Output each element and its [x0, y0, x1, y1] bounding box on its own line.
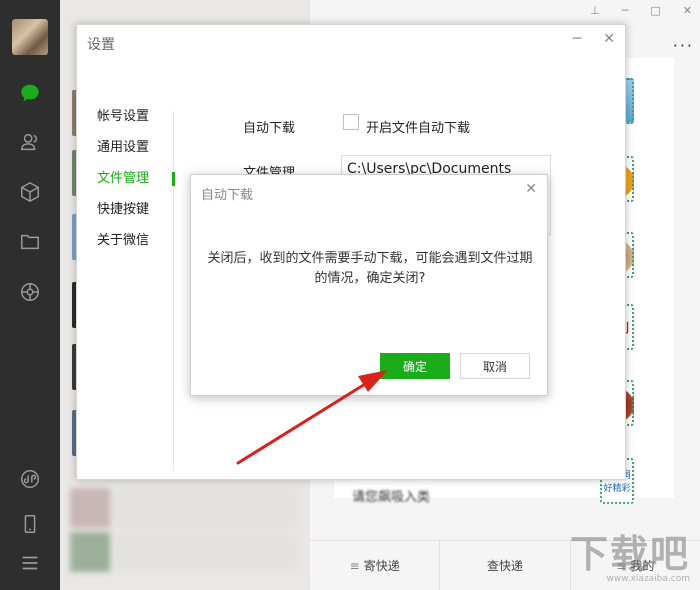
mini-program-icon[interactable]	[15, 464, 45, 494]
close-icon[interactable]: ✕	[525, 181, 537, 197]
folder-icon[interactable]	[15, 227, 45, 257]
cancel-button[interactable]: 取消	[460, 353, 530, 379]
auto-download-dialog: 自动下载 ✕ 关闭后，收到的文件需要手动下载，可能会遇到文件过期的情况，确定关闭…	[190, 174, 548, 396]
menu-item-send-express[interactable]: ≡ 寄快递	[310, 541, 441, 590]
auto-download-checkbox[interactable]	[343, 114, 359, 130]
main-navbar	[0, 0, 60, 590]
window-controls: ⊥ ─ □ ✕	[590, 4, 692, 17]
menu-icon[interactable]	[15, 548, 45, 578]
menu-item-track-express[interactable]: 查快递	[440, 541, 571, 590]
box-icon[interactable]	[15, 177, 45, 207]
maximize-icon[interactable]: □	[650, 4, 660, 17]
close-icon[interactable]: ✕	[683, 4, 692, 17]
chat-icon[interactable]	[15, 78, 45, 108]
auto-download-checkbox-label[interactable]: 开启文件自动下载	[366, 117, 470, 136]
minimize-icon[interactable]: ─	[622, 4, 629, 17]
moments-icon[interactable]	[15, 277, 45, 307]
sidebar-item-account[interactable]: 帐号设置	[97, 109, 149, 140]
dialog-title: 自动下载	[201, 188, 254, 203]
avatar[interactable]	[12, 19, 48, 55]
minimize-icon[interactable]: ─	[573, 31, 581, 47]
dialog-message: 关闭后，收到的文件需要手动下载，可能会遇到文件过期的情况，确定关闭?	[207, 251, 533, 286]
confirm-button[interactable]: 确定	[380, 353, 450, 379]
more-icon[interactable]: ···	[673, 36, 694, 55]
close-icon[interactable]: ✕	[603, 31, 615, 47]
watermark: 下载吧 www.xiazaiba.com	[569, 532, 690, 584]
settings-sidebar: 帐号设置 通用设置 文件管理 快捷按键 关于微信	[97, 109, 149, 264]
contacts-icon[interactable]	[15, 127, 45, 157]
active-indicator	[172, 172, 175, 186]
settings-title: 设置	[87, 37, 115, 53]
card-footer-text: 请您飙吸入类	[352, 490, 431, 505]
phone-icon[interactable]	[15, 509, 45, 539]
sidebar-item-about[interactable]: 关于微信	[97, 233, 149, 264]
sidebar-item-shortcuts[interactable]: 快捷按键	[97, 202, 149, 233]
list-item[interactable]	[70, 532, 300, 572]
pin-icon[interactable]: ⊥	[590, 4, 600, 17]
sidebar-item-file-management[interactable]: 文件管理	[97, 171, 149, 202]
divider	[173, 111, 174, 471]
list-item[interactable]	[70, 488, 300, 528]
sidebar-item-general[interactable]: 通用设置	[97, 140, 149, 171]
auto-download-label: 自动下载	[243, 121, 296, 136]
